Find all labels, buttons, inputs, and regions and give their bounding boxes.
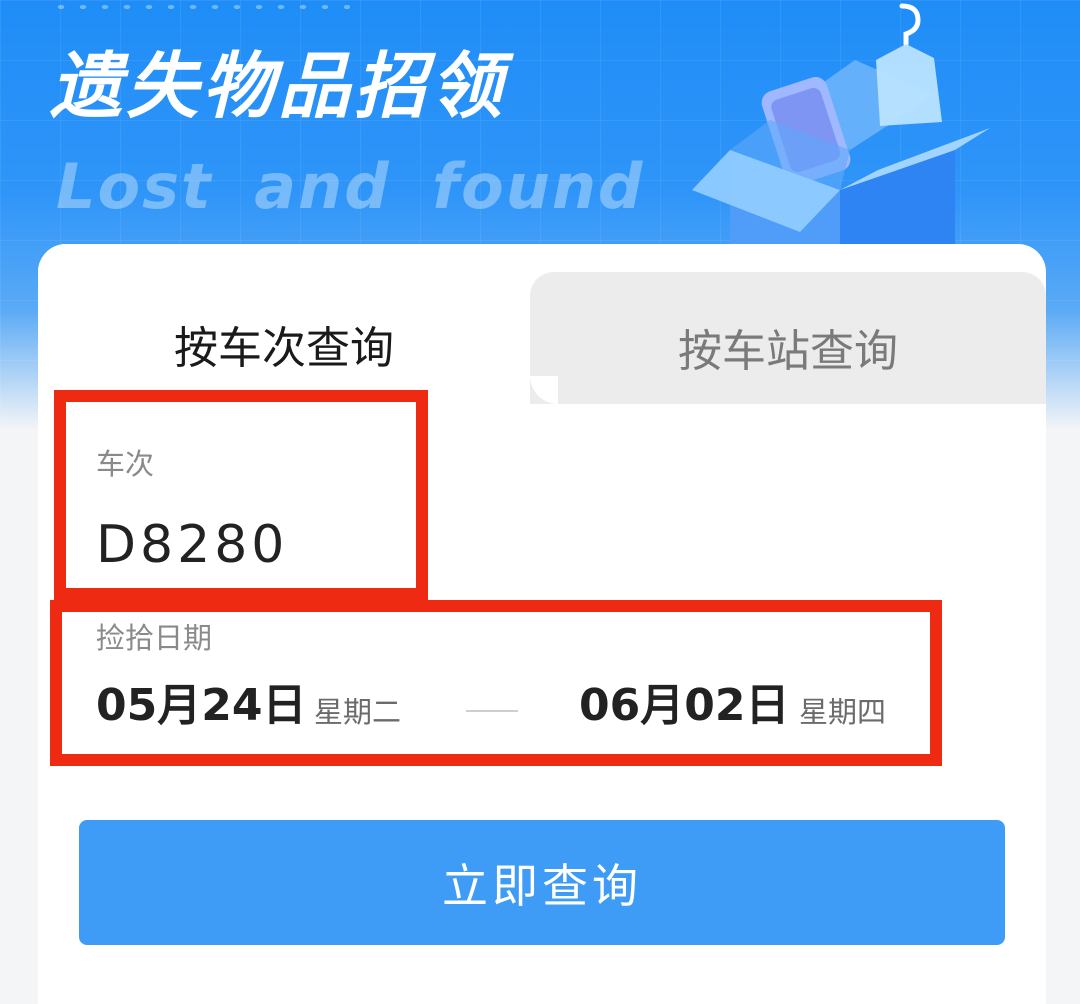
train-field-highlight-box	[54, 390, 428, 600]
banner-dots-decoration	[50, 0, 350, 14]
tab-corner-joint	[530, 376, 558, 404]
tab-by-train[interactable]: 按车次查询	[38, 244, 530, 404]
page-title: 遗失物品招领	[50, 44, 507, 128]
tab-by-station-label: 按车站查询	[678, 326, 898, 377]
tab-by-train-label: 按车次查询	[174, 323, 394, 374]
tab-by-station[interactable]: 按车站查询	[530, 272, 1046, 404]
date-field-highlight-box	[50, 600, 942, 766]
page-subtitle: Lost and found	[56, 150, 645, 223]
hanger-icon	[876, 3, 942, 126]
query-now-button[interactable]: 立即查询	[79, 820, 1005, 945]
